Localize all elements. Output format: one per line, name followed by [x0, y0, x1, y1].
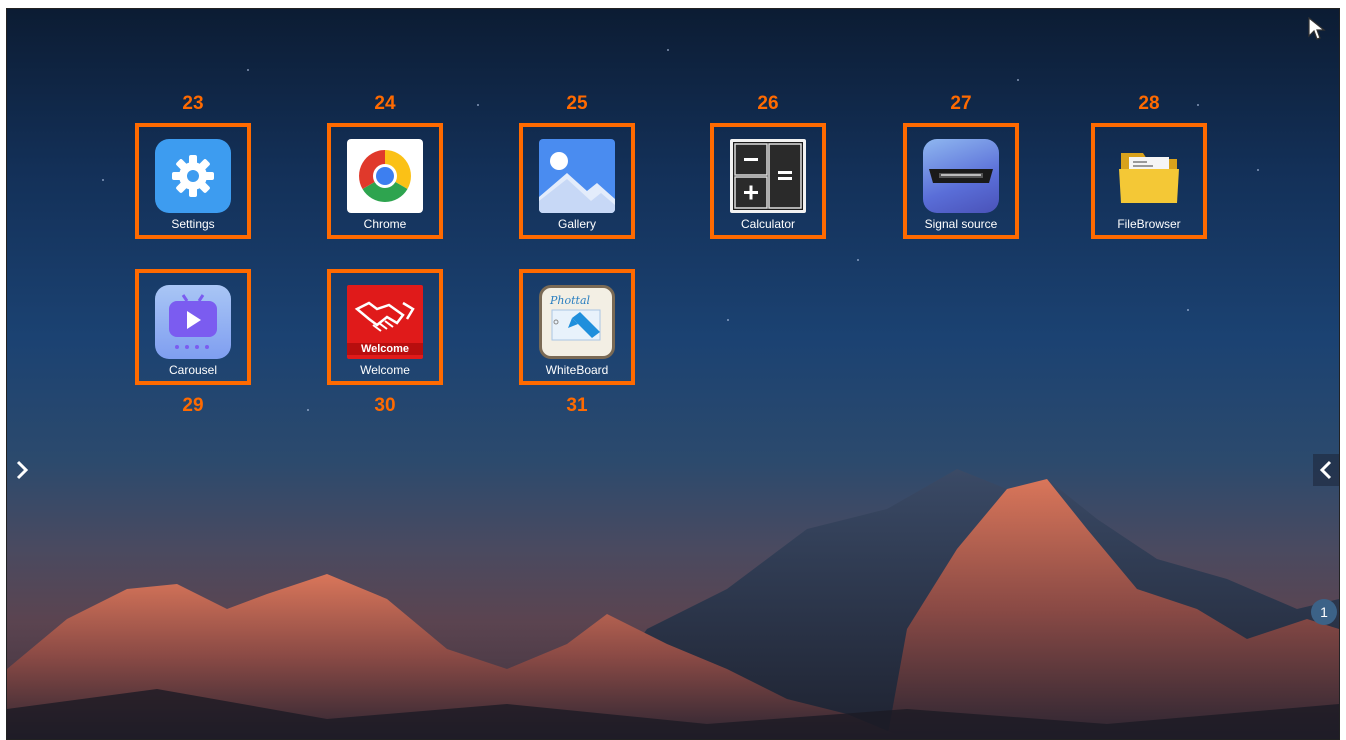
calculator-icon: [730, 139, 806, 213]
chevron-left-icon: [1319, 460, 1332, 480]
whiteboard-icon: Phottal: [539, 285, 615, 359]
app-label: Settings: [171, 217, 215, 231]
folder-icon: [1111, 139, 1187, 213]
app-welcome[interactable]: Welcome Welcome: [327, 269, 443, 385]
launcher-screen: 23 24 25 26 27 28 Settings Chrome Galler…: [6, 8, 1340, 740]
app-carousel[interactable]: Carousel: [135, 269, 251, 385]
mouse-cursor-icon: [1308, 17, 1326, 40]
gallery-icon: [539, 139, 615, 213]
app-chrome[interactable]: Chrome: [327, 123, 443, 239]
app-label: FileBrowser: [1117, 217, 1181, 231]
tv-play-icon: [155, 285, 231, 359]
app-number-label: 23: [182, 93, 204, 114]
app-calculator[interactable]: Calculator: [710, 123, 826, 239]
app-label: Signal source: [924, 217, 998, 231]
app-label: WhiteBoard: [545, 363, 609, 377]
app-number-label: 25: [566, 93, 588, 114]
chrome-icon: [347, 139, 423, 213]
app-number-label: 26: [757, 93, 779, 114]
hdmi-icon: [923, 139, 999, 213]
app-settings[interactable]: Settings: [135, 123, 251, 239]
app-label: Welcome: [360, 363, 410, 377]
app-label: Gallery: [557, 217, 596, 231]
prev-page-button[interactable]: [1313, 454, 1339, 486]
app-gallery[interactable]: Gallery: [519, 123, 635, 239]
page-indicator[interactable]: 1: [1311, 599, 1337, 625]
chevron-right-icon: [16, 460, 29, 480]
mountain-wallpaper: [7, 469, 1339, 739]
app-label: Chrome: [363, 217, 407, 231]
handshake-icon: Welcome: [347, 285, 423, 359]
whiteboard-icon-text: Phottal: [550, 294, 591, 307]
app-filebrowser[interactable]: FileBrowser: [1091, 123, 1207, 239]
app-label: Carousel: [168, 363, 218, 377]
welcome-icon-text: Welcome: [347, 343, 423, 355]
app-number-label: 24: [374, 93, 396, 114]
app-whiteboard[interactable]: Phottal WhiteBoard: [519, 269, 635, 385]
screenshot-frame: 23 24 25 26 27 28 Settings Chrome Galler…: [0, 0, 1346, 740]
next-page-button[interactable]: [9, 454, 35, 486]
app-number-label: 28: [1138, 93, 1160, 114]
app-number-label: 30: [374, 395, 396, 416]
app-signal-source[interactable]: Signal source: [903, 123, 1019, 239]
app-label: Calculator: [740, 217, 796, 231]
gear-icon: [155, 139, 231, 213]
app-number-label: 31: [566, 395, 588, 416]
app-number-label: 29: [182, 395, 204, 416]
app-number-label: 27: [950, 93, 972, 114]
